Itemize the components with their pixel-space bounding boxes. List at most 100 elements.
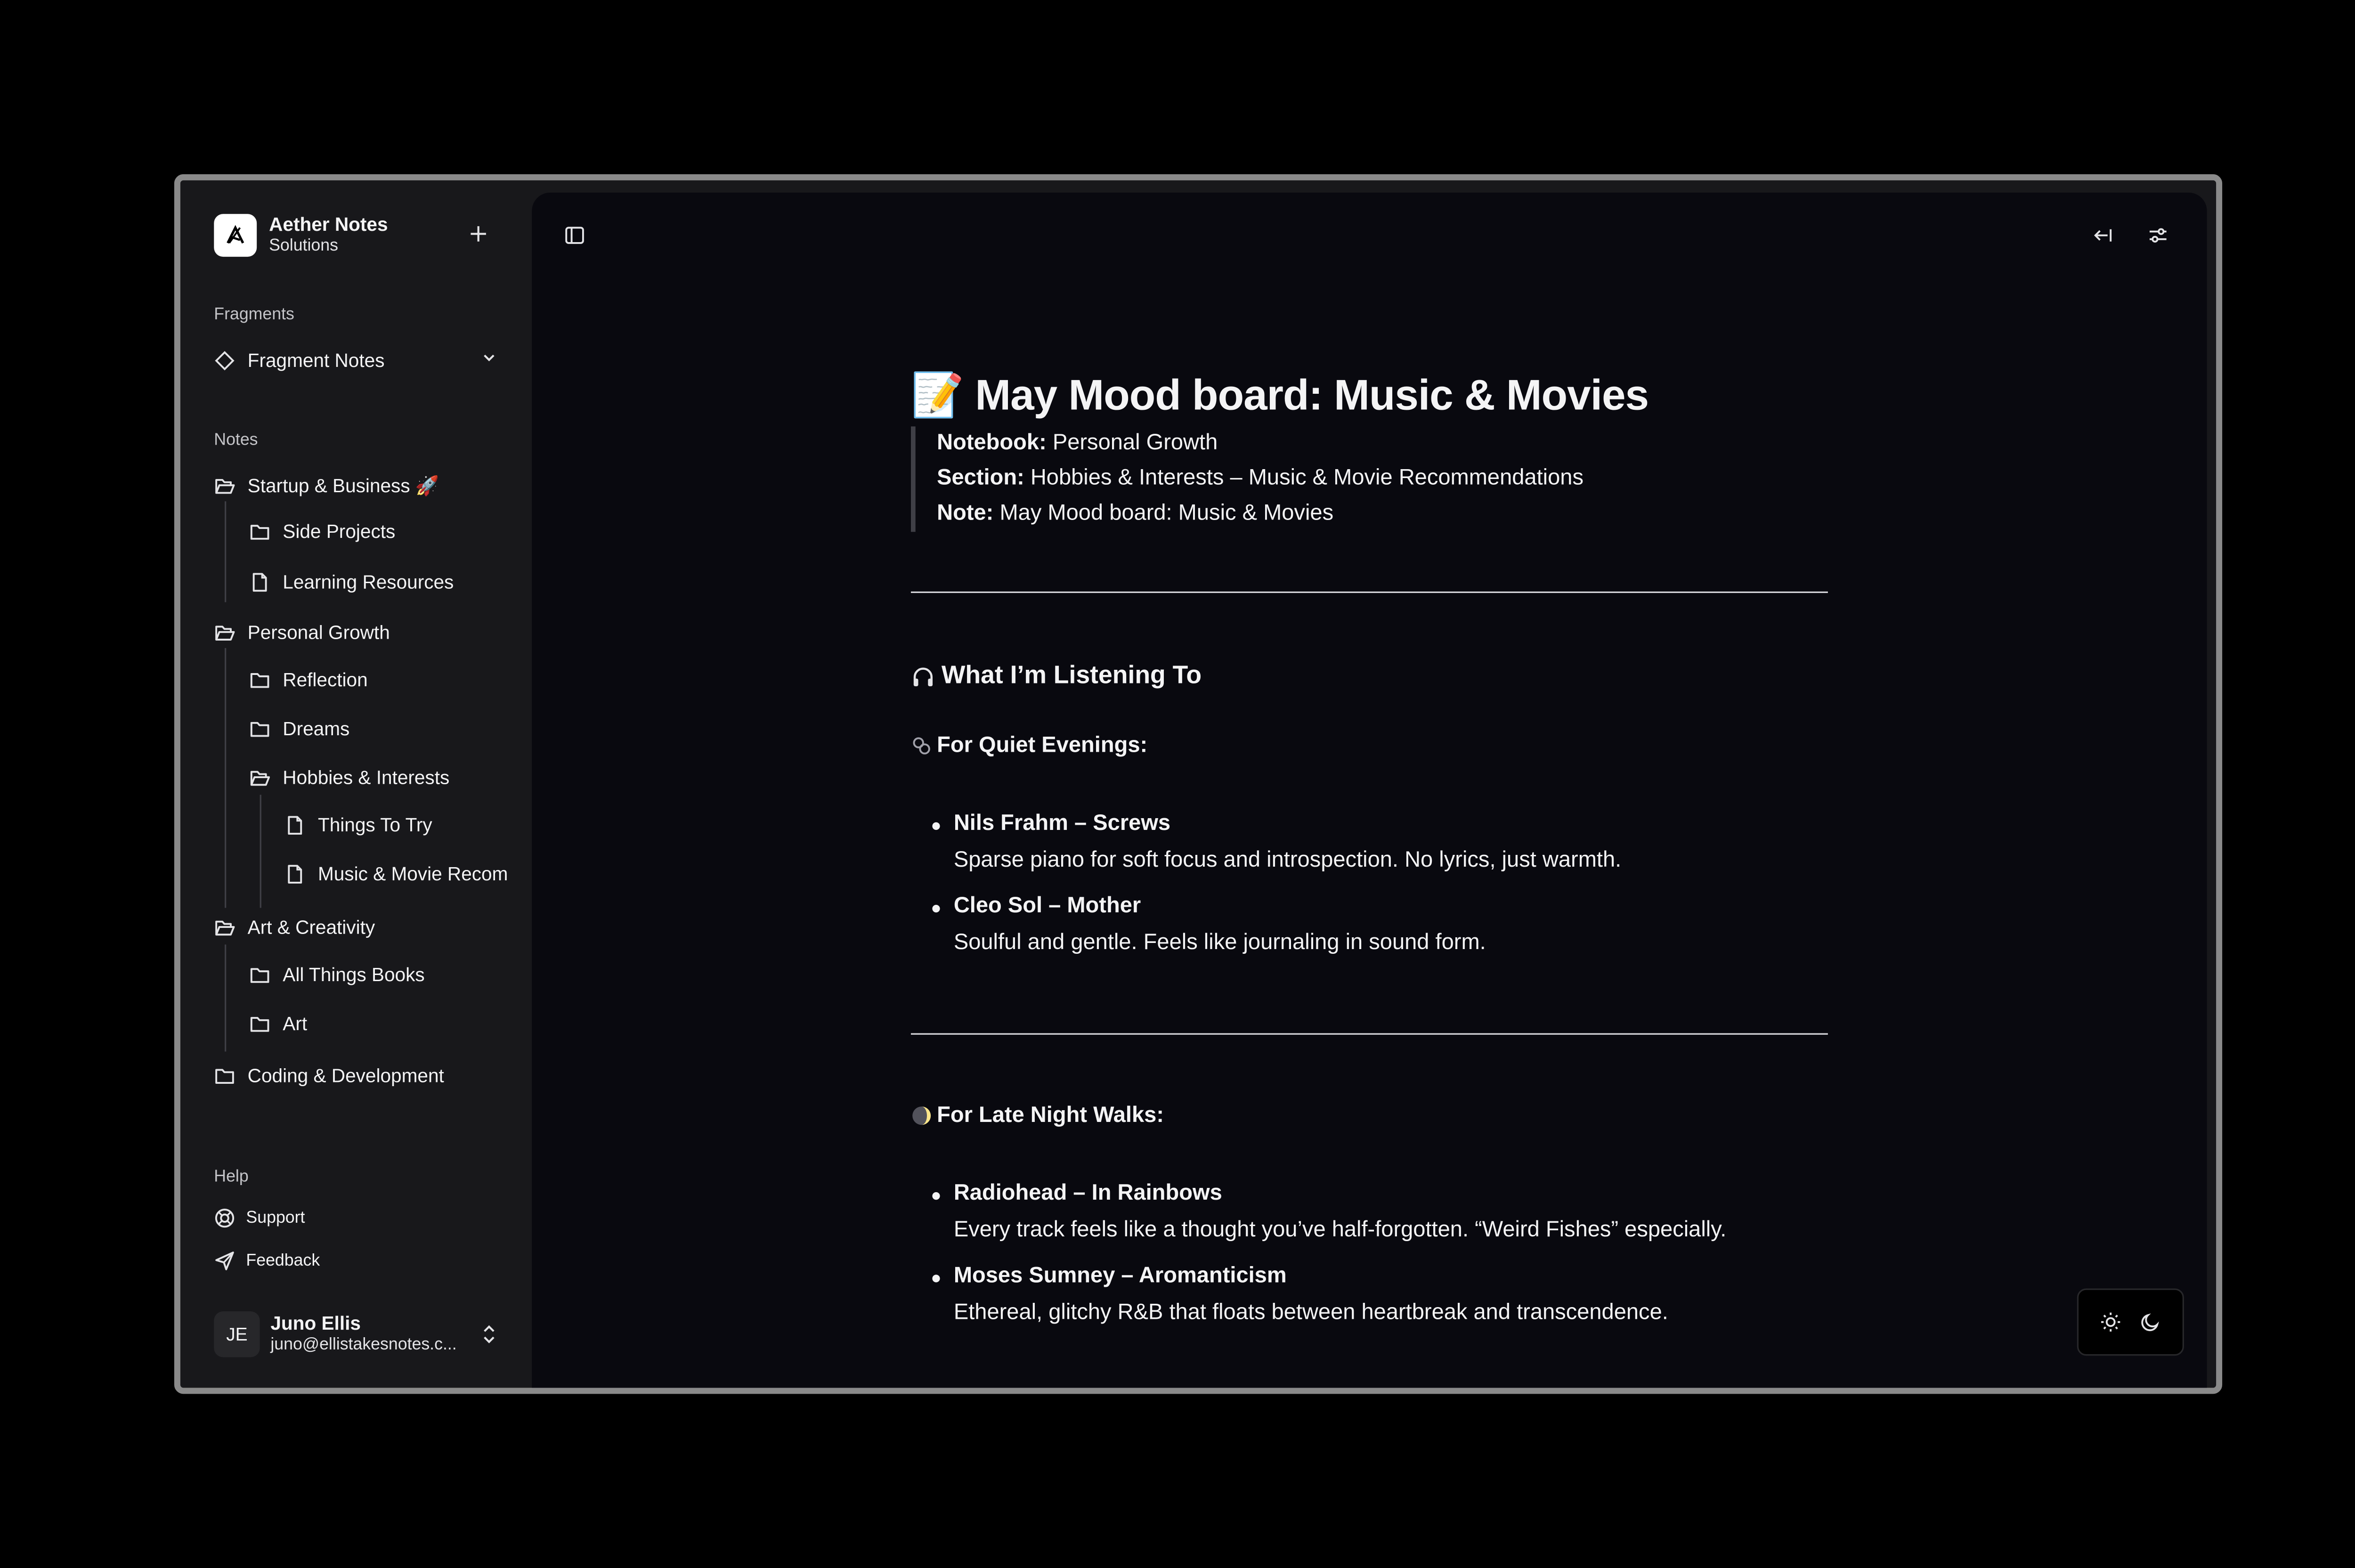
- sidebar-item-label: All Things Books: [283, 964, 425, 986]
- sidebar-note-item[interactable]: Things To Try: [284, 810, 508, 841]
- folder-open-icon: [215, 626, 235, 641]
- file-icon: [288, 816, 302, 835]
- folder-icon: [250, 968, 269, 983]
- folder-icon: [250, 673, 269, 688]
- sidebar-folder-item[interactable]: Reflection: [249, 665, 368, 696]
- quiet-evenings-heading: For Quiet Evenings:: [911, 734, 1147, 758]
- sidebar-folder-item[interactable]: Hobbies & Interests: [249, 763, 449, 793]
- sidebar-folder-item[interactable]: Art & Creativity: [214, 912, 375, 943]
- sidebar-folder-item[interactable]: Personal Growth: [214, 617, 390, 648]
- user-menu[interactable]: JE Juno Ellis juno@ellistakesnotes.c...: [214, 1311, 457, 1357]
- stage: Aether Notes Solutions Fragments Fragmen…: [0, 0, 2355, 1568]
- settings-button[interactable]: [2143, 220, 2173, 251]
- list-item-desc: Sparse piano for soft focus and introspe…: [953, 848, 1622, 873]
- list-item-desc: Ethereal, glitchy R&B that floats betwee…: [953, 1300, 1668, 1325]
- diamond-icon: [215, 351, 235, 371]
- list-item-title: Moses Sumney – Aromanticism: [932, 1264, 1852, 1288]
- note-title[interactable]: 📝 May Mood board: Music & Movies: [911, 370, 1828, 420]
- tree-guide: [225, 944, 227, 1052]
- feedback-link[interactable]: Feedback: [214, 1250, 320, 1271]
- chevrons-up-down-icon[interactable]: [480, 1324, 498, 1345]
- sidebar-item-label: Hobbies & Interests: [283, 767, 450, 789]
- sidebar-item-label: Art: [283, 1013, 308, 1035]
- sidebar-item-label: Coding & Development: [247, 1065, 444, 1087]
- sidebar-item-label: Side Projects: [283, 521, 396, 543]
- help-group-label: Help: [214, 1168, 249, 1186]
- list-item: Radiohead – In Rainbows Every track feel…: [932, 1181, 1852, 1243]
- avatar: JE: [214, 1311, 260, 1357]
- sidebar-item-label: Music & Movie Recommendations: [317, 863, 508, 885]
- list-item: Nils Frahm – Screws Sparse piano for sof…: [932, 812, 1852, 873]
- notebook-label: Notebook:: [937, 431, 1047, 455]
- sidebar-item-label: Art & Creativity: [247, 917, 375, 939]
- chevron-down-icon[interactable]: [480, 349, 498, 367]
- listening-heading-text: What I’m Listening To: [941, 662, 1202, 690]
- sidebar-folder-item[interactable]: Startup & Business 🚀: [214, 471, 439, 501]
- feedback-label: Feedback: [246, 1251, 320, 1270]
- add-note-button[interactable]: [464, 220, 492, 247]
- note-document: 📝 May Mood board: Music & Movies Noteboo…: [910, 370, 1828, 1325]
- app-logo: [214, 214, 257, 257]
- editor-panel: 📝 May Mood board: Music & Movies Noteboo…: [532, 192, 2207, 1388]
- brand-switcher[interactable]: Aether Notes Solutions: [214, 214, 388, 257]
- section-label: Section:: [937, 466, 1024, 491]
- sidebar-folder-item[interactable]: Coding & Development: [214, 1061, 444, 1091]
- folder-open-icon: [215, 479, 235, 494]
- sidebar-note-item[interactable]: Learning Resources: [249, 567, 454, 598]
- folder-icon: [215, 1069, 234, 1084]
- sidebar-folder-item[interactable]: Side Projects: [249, 517, 395, 547]
- late-night-heading: For Late Night Walks:: [911, 1104, 1164, 1128]
- list-item: Cleo Sol – Mother Soulful and gentle. Fe…: [932, 894, 1852, 956]
- send-icon: [215, 1251, 234, 1270]
- collapse-panel-button[interactable]: [2088, 220, 2119, 251]
- sliders-icon: [2149, 228, 2167, 243]
- sidebar-folder-item[interactable]: All Things Books: [249, 960, 425, 991]
- sun-icon[interactable]: [2100, 1311, 2121, 1332]
- support-link[interactable]: Support: [214, 1207, 305, 1228]
- divider: [910, 591, 1828, 593]
- sidebar-item-label: Dreams: [283, 718, 350, 740]
- tree-guide: [225, 648, 227, 908]
- logo-mark-icon: [227, 225, 244, 244]
- sidebar-item-label: Things To Try: [317, 814, 432, 836]
- fragment-notes-item[interactable]: Fragment Notes: [214, 345, 384, 376]
- notes-group-label: Notes: [214, 431, 258, 450]
- user-email: juno@ellistakesnotes.c...: [270, 1335, 457, 1354]
- notebook-value: Personal Growth: [1052, 431, 1218, 455]
- list-item-title: Nils Frahm – Screws: [932, 812, 1852, 836]
- note-value: May Mood board: Music & Movies: [999, 501, 1334, 526]
- file-icon: [288, 865, 302, 884]
- late-night-text: For Late Night Walks:: [937, 1103, 1164, 1128]
- app-name: Aether Notes: [269, 214, 388, 236]
- sidebar-item-label: Startup & Business 🚀: [247, 474, 439, 496]
- note-metadata: Notebook: Personal Growth Section: Hobbi…: [910, 426, 1828, 532]
- sidebar-item-label: Learning Resources: [283, 571, 454, 593]
- list-item-desc: Every track feels like a thought you’ve …: [953, 1218, 1727, 1243]
- tree-guide: [225, 501, 227, 602]
- list-item: Moses Sumney – Aromanticism Ethereal, gl…: [932, 1264, 1852, 1325]
- list-item-title: Cleo Sol – Mother: [932, 894, 1852, 918]
- file-icon: [252, 573, 267, 592]
- linked-circles-icon: [913, 737, 930, 755]
- sidebar-folder-item[interactable]: Dreams: [249, 714, 349, 744]
- toggle-sidebar-button[interactable]: [560, 220, 590, 251]
- sidebar-folder-item[interactable]: Art: [249, 1009, 307, 1040]
- sidebar-toggle-icon: [565, 227, 584, 244]
- sidebar-item-label: Reflection: [283, 669, 368, 691]
- fragment-notes-label: Fragment Notes: [247, 350, 385, 372]
- sidebar-item-label: Personal Growth: [247, 622, 390, 644]
- moon-phase-icon: [912, 1106, 931, 1125]
- folder-open-icon: [250, 771, 270, 786]
- plus-icon: [471, 226, 486, 242]
- theme-switcher: [2077, 1288, 2184, 1356]
- list-item-desc: Soulful and gentle. Feels like journalin…: [953, 931, 1486, 956]
- lifebuoy-icon: [215, 1209, 235, 1228]
- arrow-left-to-line-icon: [2094, 229, 2112, 242]
- moon-icon[interactable]: [2140, 1311, 2161, 1332]
- divider: [910, 1033, 1828, 1035]
- folder-icon: [250, 722, 269, 737]
- sidebar-note-item[interactable]: Music & Movie Recommendations: [284, 859, 508, 890]
- sidebar: Aether Notes Solutions Fragments Fragmen…: [180, 180, 532, 1388]
- quiet-evenings-text: For Quiet Evenings:: [937, 733, 1148, 758]
- app-subtitle: Solutions: [269, 236, 338, 255]
